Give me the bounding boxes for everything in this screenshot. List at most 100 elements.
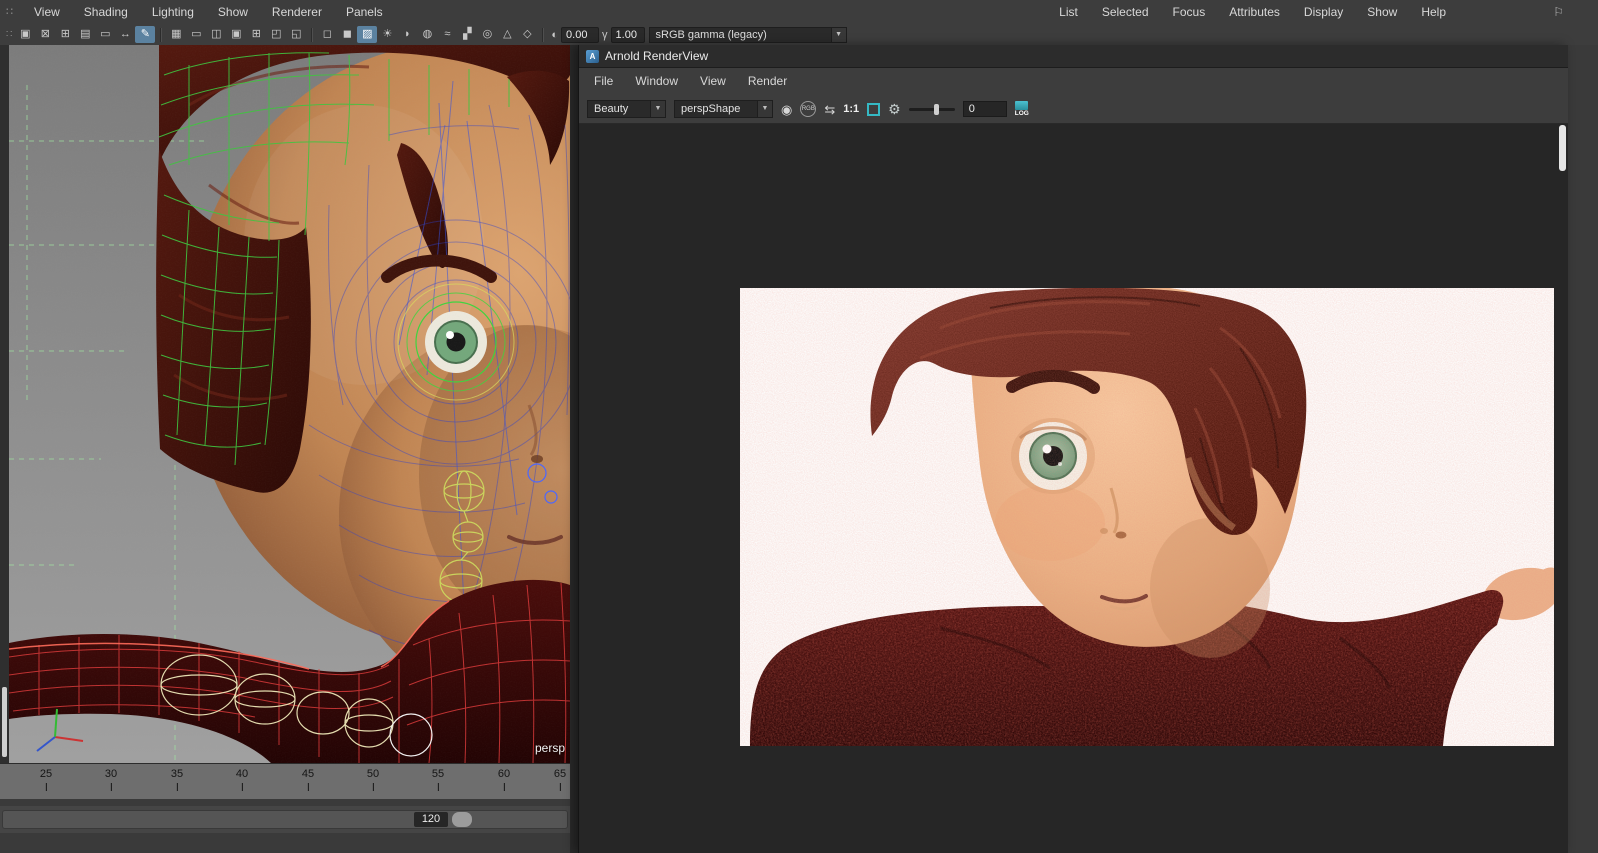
depth-of-field-icon[interactable]: ◎ [477,26,497,43]
pin-panel-icon[interactable]: ⚐ [1553,5,1564,19]
screen-space-ao-icon[interactable]: ◍ [417,26,437,43]
menu-lighting[interactable]: Lighting [140,0,206,24]
shadows-icon[interactable]: ◗ [397,26,417,43]
field-chart-icon[interactable]: ⊞ [246,26,266,43]
select-camera-icon[interactable]: ▣ [15,26,35,43]
rgb-channels-icon[interactable]: RGB [800,101,817,117]
chevron-down-icon[interactable]: ▼ [758,100,773,118]
film-gate-icon[interactable]: ▭ [186,26,206,43]
timeline-tick: 45 [302,768,314,791]
log-icon [1015,100,1029,110]
zoom-ratio-button[interactable]: 1:1 [843,103,859,115]
panel-menus: View Shading Lighting Show Renderer Pane… [22,0,395,24]
slider-knob[interactable] [934,103,940,115]
perspective-viewport[interactable]: persp [9,45,570,763]
exposure-icon[interactable]: ◐ [551,29,558,41]
chevron-down-icon[interactable]: ▼ [830,26,847,43]
gamma-field[interactable]: 1.00 [610,26,645,43]
refinement-slider[interactable] [908,103,955,115]
maya-application-window: ∷ View Shading Lighting Show Renderer Pa… [0,0,1598,853]
menu-show[interactable]: Show [206,0,260,24]
use-all-lights-icon[interactable]: ☀ [377,26,397,43]
camera-attributes-icon[interactable]: ⊞ [55,26,75,43]
motion-blur-icon[interactable]: ≈ [437,26,457,43]
timeline-tick-label: 35 [170,768,184,780]
exposure-field[interactable]: 0.00 [561,26,600,43]
menu-render[interactable]: Render [737,68,798,95]
menu-attributes[interactable]: Attributes [1217,0,1292,24]
two-d-pan-zoom-icon[interactable]: ↔ [115,26,135,43]
gate-mask-icon[interactable]: ▣ [226,26,246,43]
chevron-down-icon[interactable]: ▼ [651,100,666,118]
camera-dropdown[interactable]: perspShape ▼ [674,100,773,118]
gear-icon[interactable]: ⚙ [888,101,901,118]
range-slider-handle[interactable] [452,812,472,827]
anti-aliasing-icon[interactable]: ▞ [457,26,477,43]
safe-title-icon[interactable]: ◱ [286,26,306,43]
timeline-tick-label: 45 [301,768,315,780]
render-result [740,288,1554,746]
render-region-icon[interactable]: ◉ [781,103,792,116]
menu-renderer[interactable]: Renderer [260,0,334,24]
view-transform-value: sRGB gamma (legacy) [648,26,831,43]
safe-action-icon[interactable]: ◰ [266,26,286,43]
toolbar-separator [160,27,162,42]
renderview-toolbar: Beauty ▼ perspShape ▼ ◉ RGB ⇆ 1:1 ⚙ 0 LO… [579,95,1568,124]
menu-shading[interactable]: Shading [72,0,140,24]
iterations-field[interactable]: 0 [962,101,1007,117]
grid-icon[interactable]: ▦ [166,26,186,43]
menu-selected[interactable]: Selected [1090,0,1161,24]
end-frame-field[interactable]: 120 [414,812,448,827]
render-view-canvas[interactable] [579,124,1568,853]
timeline-tick: 25 [40,768,52,791]
vertical-scrollbar-thumb[interactable] [1559,125,1566,171]
toolbar-grip-icon[interactable]: ∷ [6,29,12,40]
menu-list[interactable]: List [1047,0,1090,24]
wireframe-icon[interactable]: ◻ [317,26,337,43]
aov-dropdown[interactable]: Beauty ▼ [587,100,666,118]
timeline-tick-label: 25 [39,768,53,780]
crop-region-icon[interactable] [867,102,881,116]
timeline-tick-label: 55 [431,768,445,780]
window-title-bar[interactable]: A Arnold RenderView [579,45,1568,68]
viewport-canvas [9,45,570,763]
menu-file[interactable]: File [583,68,624,95]
lock-camera-icon[interactable]: ⊠ [35,26,55,43]
timeline-tick: 50 [367,768,379,791]
menu-show-right[interactable]: Show [1355,0,1409,24]
view-transform-dropdown[interactable]: sRGB gamma (legacy) ▼ [648,26,847,43]
menu-window[interactable]: Window [624,68,689,95]
menu-display[interactable]: Display [1292,0,1355,24]
bookmark-icon[interactable]: ▤ [75,26,95,43]
timeline-tick: 40 [236,768,248,791]
shaded-icon[interactable]: ◼ [337,26,357,43]
textured-icon[interactable]: ▨ [357,26,378,43]
panel-grip-icon[interactable]: ∷ [6,5,13,18]
range-slider-track[interactable] [2,810,568,829]
menu-view[interactable]: View [22,0,72,24]
camera-value: perspShape [674,100,758,118]
log-label: LOG [1014,109,1029,117]
attribute-editor-menus: List Selected Focus Attributes Display S… [1047,0,1458,24]
menu-focus[interactable]: Focus [1161,0,1218,24]
grease-pencil-icon[interactable]: ✎ [135,26,156,43]
menu-panels[interactable]: Panels [334,0,395,24]
log-button[interactable]: LOG [1014,100,1029,118]
timeline-tick-label: 30 [104,768,118,780]
panel-divider[interactable] [570,45,578,853]
menu-view[interactable]: View [689,68,737,95]
range-slider: 120 [0,806,570,833]
isolate-select-icon[interactable]: △ [497,26,517,43]
resolution-gate-icon[interactable]: ◫ [206,26,226,43]
vertical-scrollbar-thumb[interactable] [2,687,7,757]
maya-menu-bar: ∷ View Shading Lighting Show Renderer Pa… [0,0,1598,24]
window-title: Arnold RenderView [605,49,709,63]
gamma-icon[interactable]: γ [602,29,608,41]
time-slider[interactable]: 25 30 35 40 45 50 55 60 65 [0,763,570,799]
image-plane-icon[interactable]: ▭ [95,26,115,43]
swap-ab-icon[interactable]: ⇆ [824,103,835,116]
rendered-image [740,288,1554,746]
menu-help[interactable]: Help [1409,0,1458,24]
toolbar-separator [542,27,544,42]
x-ray-icon[interactable]: ◇ [517,26,537,43]
